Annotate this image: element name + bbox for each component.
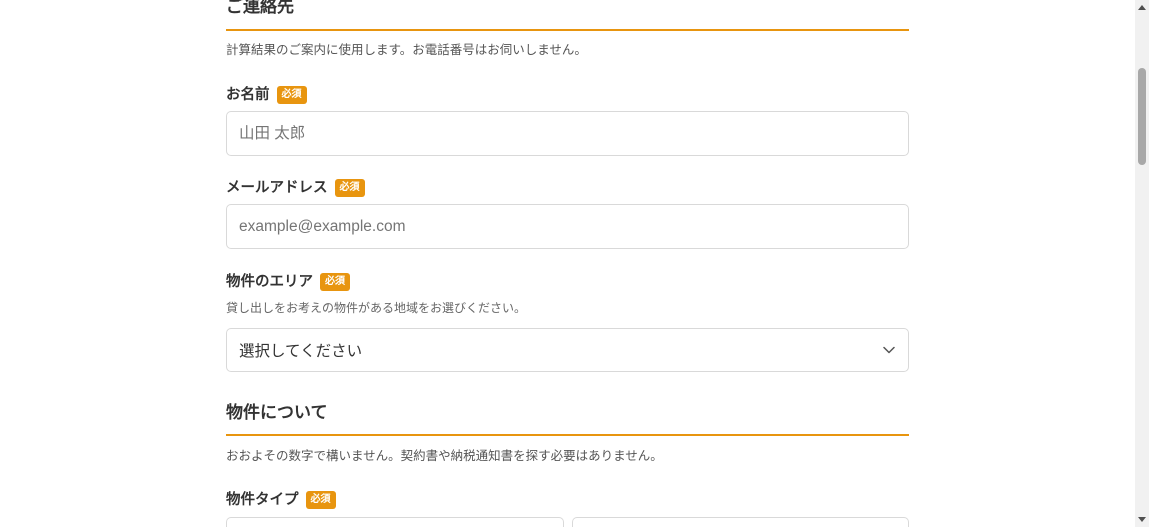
contact-section-title: ご連絡先 — [226, 0, 294, 17]
property-section-description: おおよその数字で構いません。契約書や納税通知書を探す必要はありません。 — [226, 448, 663, 463]
page-viewport: ご連絡先 計算結果のご案内に使用します。お電話番号はお伺いしません。 お名前 必… — [0, 0, 1149, 527]
scroll-down-arrow-icon[interactable] — [1137, 514, 1147, 524]
contact-section-divider — [226, 29, 909, 31]
email-label-text: メールアドレス — [226, 180, 328, 196]
scrollbar-thumb[interactable] — [1138, 68, 1146, 165]
chevron-down-icon — [882, 343, 896, 357]
property-type-option[interactable] — [226, 517, 564, 527]
property-section-divider — [226, 434, 909, 436]
scroll-up-arrow-icon[interactable] — [1137, 3, 1147, 13]
area-required-badge: 必須 — [320, 273, 350, 291]
area-select[interactable]: 選択してください — [226, 328, 909, 372]
email-input[interactable] — [226, 204, 909, 249]
name-label-text: お名前 — [226, 87, 270, 103]
area-field-hint: 貸し出しをお考えの物件がある地域をお選びください。 — [226, 301, 527, 315]
email-required-badge: 必須 — [334, 179, 365, 197]
email-field-label: メールアドレス 必須 — [226, 178, 365, 198]
contact-section-description: 計算結果のご案内に使用します。お電話番号はお伺いしません。 — [226, 42, 587, 57]
name-required-badge: 必須 — [276, 86, 307, 104]
vertical-scrollbar[interactable] — [1135, 0, 1149, 527]
area-label-text: 物件のエリア — [226, 274, 313, 290]
property-section-title: 物件について — [226, 403, 328, 423]
property-type-label-text: 物件タイプ — [226, 492, 299, 508]
area-field-label: 物件のエリア 必須 — [226, 272, 350, 292]
property-type-required-badge: 必須 — [305, 491, 336, 509]
name-input[interactable] — [226, 111, 909, 156]
name-field-label: お名前 必須 — [226, 85, 307, 105]
property-type-field-label: 物件タイプ 必須 — [226, 490, 336, 510]
property-type-option[interactable] — [572, 517, 909, 527]
area-select-value: 選択してください — [239, 342, 363, 360]
